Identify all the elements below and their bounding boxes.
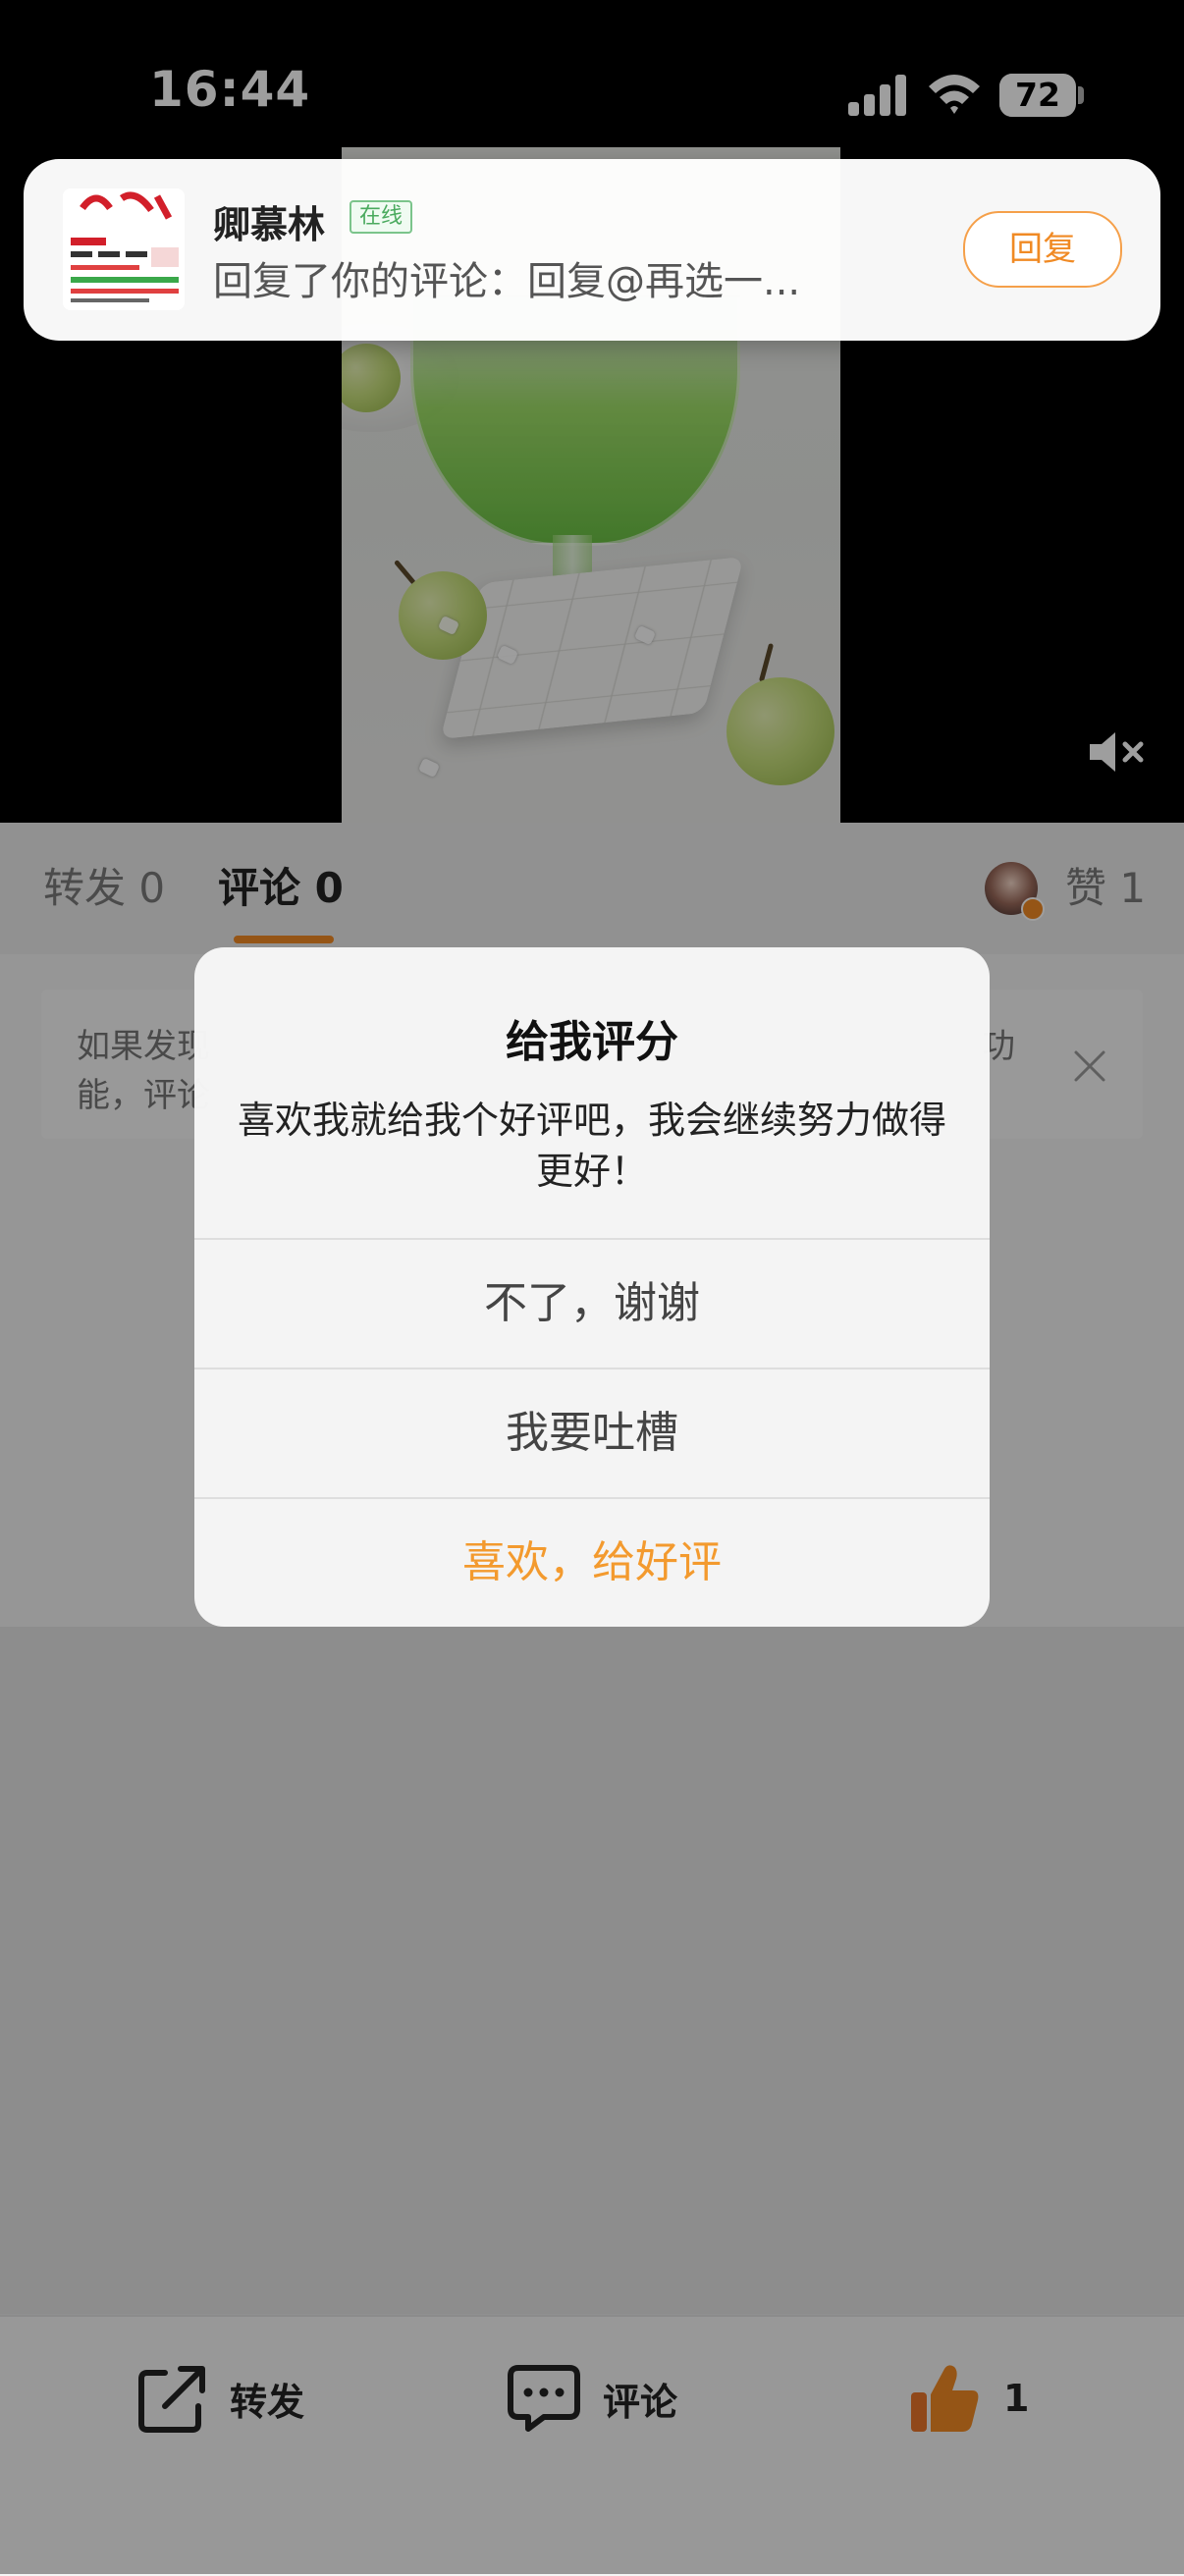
online-badge: 在线 — [350, 200, 413, 234]
reply-button[interactable]: 回复 — [963, 211, 1122, 288]
sender-name: 卿慕林 — [213, 203, 326, 246]
notification-message: 回复了你的评论：回复@再选一... — [213, 259, 801, 304]
notification-banner[interactable]: 卿慕林 在线 回复了你的评论：回复@再选一... 回复 — [24, 159, 1160, 341]
rate-good-button[interactable]: 喜欢，给好评 — [194, 1497, 990, 1627]
complain-button[interactable]: 我要吐槽 — [194, 1368, 990, 1497]
sender-avatar-image — [63, 188, 185, 310]
rating-dialog: 给我评分 喜欢我就给我个好评吧，我会继续努力做得更好！ 不了，谢谢 我要吐槽 喜… — [194, 947, 990, 1627]
decline-button[interactable]: 不了，谢谢 — [194, 1238, 990, 1368]
dialog-title: 给我评分 — [506, 1017, 678, 1067]
dialog-message: 喜欢我就给我个好评吧，我会继续努力做得更好！ — [237, 1099, 946, 1193]
sender-avatar — [63, 188, 185, 310]
